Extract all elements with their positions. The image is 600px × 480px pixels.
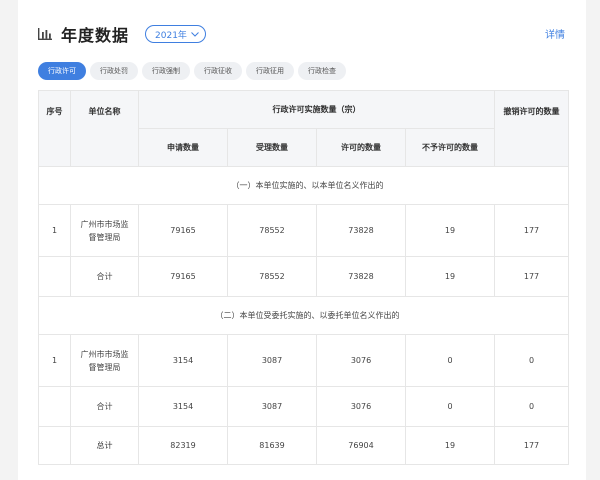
- annual-data-card: 年度数据 2021年 详情 行政许可 行政处罚 行政强制 行政征收 行政征用 行…: [18, 0, 586, 480]
- cell-revoke: 0: [494, 386, 569, 427]
- cell-permit: 3076: [316, 386, 406, 427]
- cell-deny: 19: [405, 204, 495, 257]
- cell-deny: 0: [405, 386, 495, 427]
- cell-accept: 3087: [227, 386, 317, 427]
- chevron-down-icon: [191, 31, 199, 37]
- cell-seq: 1: [38, 334, 71, 387]
- cell-permit: 73828: [316, 204, 406, 257]
- cell-deny: 19: [405, 256, 495, 297]
- section-title: （二）本单位受委托实施的、以委托单位名义作出的: [38, 296, 569, 335]
- year-select[interactable]: 2021年: [145, 25, 206, 43]
- cell-accept: 81639: [227, 426, 317, 465]
- tab-administrative-inspection[interactable]: 行政检查: [298, 62, 346, 80]
- cell-accept: 3087: [227, 334, 317, 387]
- cell-deny: 19: [405, 426, 495, 465]
- subtotal-row: 合计 79165 78552 73828 19 177: [38, 256, 569, 297]
- header-seq: 序号: [38, 90, 71, 167]
- cell-apply: 3154: [138, 334, 228, 387]
- cell-deny: 0: [405, 334, 495, 387]
- permit-statistics-table: 序号 单位名称 行政许可实施数量（宗） 撤销许可的数量 申请数量 受理数量 许可…: [38, 90, 569, 465]
- cell-apply: 3154: [138, 386, 228, 427]
- cell-subtotal-label: 合计: [70, 256, 139, 297]
- header-deny: 不予许可的数量: [405, 128, 495, 167]
- tab-administrative-penalty[interactable]: 行政处罚: [90, 62, 138, 80]
- cell-apply: 79165: [138, 204, 228, 257]
- header-apply: 申请数量: [138, 128, 228, 167]
- cell-permit: 76904: [316, 426, 406, 465]
- cell-accept: 78552: [227, 204, 317, 257]
- section-row: （二）本单位受委托实施的、以委托单位名义作出的: [38, 296, 569, 335]
- total-row: 总计 82319 81639 76904 19 177: [38, 426, 569, 465]
- tab-administrative-requisition[interactable]: 行政征用: [246, 62, 294, 80]
- header-revoke: 撤销许可的数量: [494, 90, 569, 167]
- header-permit: 许可的数量: [316, 128, 406, 167]
- cell-revoke: 177: [494, 204, 569, 257]
- cell-total-label: 总计: [70, 426, 139, 465]
- subtotal-row: 合计 3154 3087 3076 0 0: [38, 386, 569, 427]
- tab-administrative-levy[interactable]: 行政征收: [194, 62, 242, 80]
- cell-subtotal-label: 合计: [70, 386, 139, 427]
- year-select-value: 2021年: [155, 30, 187, 41]
- cell-revoke: 177: [494, 256, 569, 297]
- header-unit: 单位名称: [70, 90, 139, 167]
- section-row: （一）本单位实施的、以本单位名义作出的: [38, 166, 569, 205]
- table-row: 1 广州市市场监督管理局 79165 78552 73828 19 177: [38, 204, 569, 257]
- table-header-row: 序号 单位名称 行政许可实施数量（宗） 撤销许可的数量: [38, 90, 569, 167]
- cell-unit: 广州市市场监督管理局: [70, 334, 139, 387]
- cell-revoke: 0: [494, 334, 569, 387]
- section-title: （一）本单位实施的、以本单位名义作出的: [38, 166, 569, 205]
- cell-unit: 广州市市场监督管理局: [70, 204, 139, 257]
- detail-link[interactable]: 详情: [545, 26, 565, 41]
- tab-administrative-coercion[interactable]: 行政强制: [142, 62, 190, 80]
- cell-apply: 82319: [138, 426, 228, 465]
- bar-chart-icon: [38, 28, 52, 40]
- card-header: 年度数据 2021年: [38, 22, 206, 46]
- cell-seq: [38, 426, 71, 465]
- header-accept: 受理数量: [227, 128, 317, 167]
- cell-permit: 3076: [316, 334, 406, 387]
- cell-revoke: 177: [494, 426, 569, 465]
- cell-seq: 1: [38, 204, 71, 257]
- cell-seq: [38, 256, 71, 297]
- page-title: 年度数据: [61, 26, 130, 45]
- cell-accept: 78552: [227, 256, 317, 297]
- tab-administrative-permit[interactable]: 行政许可: [38, 62, 86, 80]
- cell-apply: 79165: [138, 256, 228, 297]
- header-group: 行政许可实施数量（宗）: [138, 90, 495, 129]
- category-tabs: 行政许可 行政处罚 行政强制 行政征收 行政征用 行政检查: [38, 62, 346, 80]
- cell-permit: 73828: [316, 256, 406, 297]
- table-row: 1 广州市市场监督管理局 3154 3087 3076 0 0: [38, 334, 569, 387]
- cell-seq: [38, 386, 71, 427]
